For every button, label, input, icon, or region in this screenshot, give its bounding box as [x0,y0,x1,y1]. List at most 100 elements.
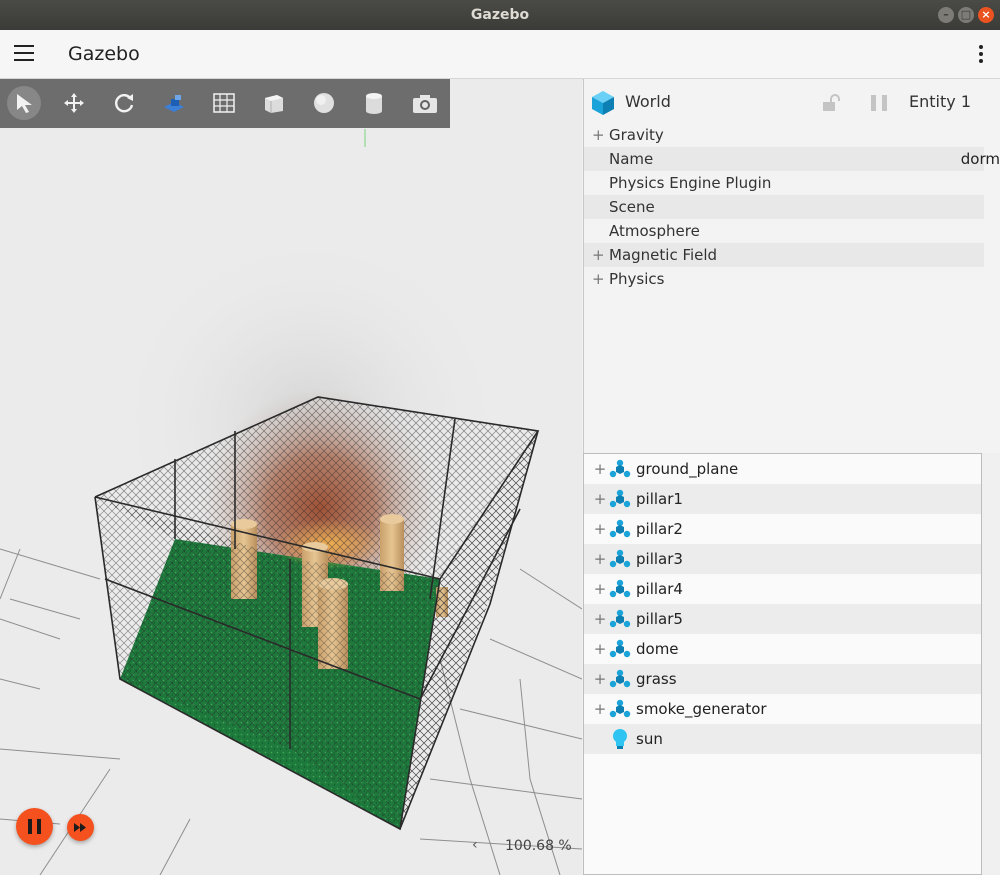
property-label: Magnetic Field [609,246,718,264]
tree-item-label: pillar1 [636,490,683,508]
entity-type-label: World [625,92,671,111]
tree-item-label: pillar3 [636,550,683,568]
property-scene: Scene [584,195,984,219]
property-physics[interactable]: + Physics [584,267,984,291]
expand-icon[interactable]: + [592,123,605,147]
cylinder-shape-button[interactable] [357,86,391,120]
close-window-button[interactable]: × [978,7,994,23]
tree-item-pillar1[interactable]: + pillar1 [584,484,981,514]
expand-icon[interactable]: + [593,484,607,514]
light-icon [613,729,627,749]
fast-forward-icon [74,823,86,832]
model-icon [609,699,631,718]
expand-icon[interactable]: + [593,514,607,544]
property-gravity[interactable]: + Gravity [584,123,984,147]
sphere-shape-button[interactable] [307,86,341,120]
expand-icon[interactable]: + [593,694,607,724]
more-options-icon[interactable] [978,45,984,65]
property-label: Name [609,150,654,168]
property-label: Physics Engine Plugin [609,174,772,192]
property-label: Atmosphere [609,222,700,240]
tree-item-smoke-generator[interactable]: + smoke_generator [584,694,981,724]
rotate-tool-button[interactable] [107,86,141,120]
expand-icon[interactable]: + [593,544,607,574]
property-magnetic-field[interactable]: + Magnetic Field [584,243,984,267]
model-icon [609,579,631,598]
model-icon [609,669,631,688]
tree-item-label: pillar4 [636,580,683,598]
tree-item-label: dome [636,640,679,658]
expand-icon[interactable]: + [593,454,607,484]
minimize-window-button[interactable]: – [938,7,954,23]
expand-icon[interactable]: + [593,634,607,664]
model-icon [609,639,631,658]
pause-simulation-button[interactable] [16,808,53,845]
select-tool-button[interactable] [7,86,41,120]
tree-item-label: pillar5 [636,610,683,628]
entity-tree: + ground_plane + pillar1 + pillar2 + pil… [583,453,982,875]
scene-3d-viewport[interactable]: ‹ 100.68 % [0,79,582,875]
scene-toolbar [0,79,450,128]
window-titlebar: Gazebo – □ × [0,0,1000,30]
zoom-collapse-arrow[interactable]: ‹ [472,837,478,853]
transform-control-button[interactable] [157,86,191,120]
hamburger-menu-icon[interactable] [14,45,34,63]
world-cube-icon [592,91,614,115]
model-icon [609,519,631,538]
property-physics-engine-plugin: Physics Engine Plugin [584,171,984,195]
box-shape-button[interactable] [257,86,291,120]
expand-icon[interactable]: + [593,664,607,694]
scene-render [0,129,582,875]
model-icon [609,489,631,508]
unlock-icon[interactable] [822,94,840,112]
maximize-window-button[interactable]: □ [958,7,974,23]
property-label: Gravity [609,126,664,144]
property-value: dorm [960,150,1000,168]
inspector-header: World Entity 1 [584,79,1000,127]
tree-item-sun[interactable]: sun [584,724,981,754]
sphere-shape-icon [314,93,334,113]
tree-item-pillar3[interactable]: + pillar3 [584,544,981,574]
property-name: Name dorm [584,147,1000,171]
grid-config-icon [213,93,235,113]
tree-item-pillar5[interactable]: + pillar5 [584,604,981,634]
tree-item-label: sun [636,730,663,748]
tree-item-label: grass [636,670,677,688]
grid-config-button[interactable] [207,86,241,120]
tree-item-dome[interactable]: + dome [584,634,981,664]
app-header: Gazebo [0,30,1000,79]
app-title: Gazebo [68,43,140,65]
screenshot-button[interactable] [407,86,441,120]
translate-icon [64,93,84,113]
component-inspector: World Entity 1 + Gravity Name dorm Physi… [583,79,1000,453]
entity-id-label: Entity 1 [909,92,971,111]
tree-item-grass[interactable]: + grass [584,664,981,694]
zoom-readout: 100.68 % [505,838,572,854]
property-label: Physics [609,270,665,288]
tree-item-pillar2[interactable]: + pillar2 [584,514,981,544]
step-simulation-button[interactable] [67,814,94,841]
property-label: Scene [609,198,655,216]
screenshot-icon [413,95,437,113]
transform-control-icon [164,95,184,112]
tree-item-pillar4[interactable]: + pillar4 [584,574,981,604]
translate-tool-button[interactable] [57,86,91,120]
tree-item-label: ground_plane [636,460,739,478]
pause-icon [28,819,41,834]
model-icon [609,549,631,568]
box-shape-icon [265,95,283,113]
tree-item-ground-plane[interactable]: + ground_plane [584,454,981,484]
window-title: Gazebo [470,7,530,23]
property-atmosphere: Atmosphere [584,219,984,243]
tree-item-label: pillar2 [636,520,683,538]
model-icon [609,459,631,478]
expand-icon[interactable]: + [592,267,605,291]
tree-item-label: smoke_generator [636,700,767,718]
expand-icon[interactable]: + [592,243,605,267]
select-icon [17,94,32,113]
pause-updates-icon[interactable] [870,95,890,111]
expand-icon[interactable]: + [593,574,607,604]
expand-icon[interactable]: + [593,604,607,634]
rotate-icon [115,94,134,113]
model-icon [609,609,631,628]
